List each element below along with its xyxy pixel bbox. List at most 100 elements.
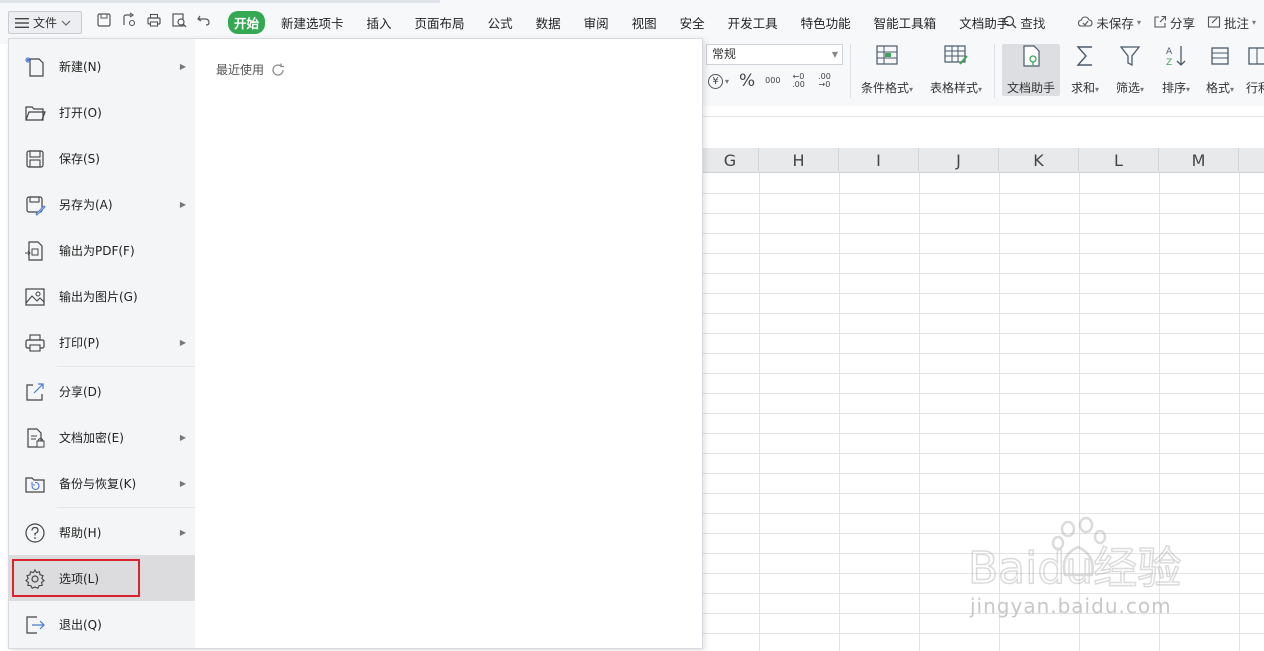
refresh-icon[interactable] bbox=[270, 62, 286, 78]
svg-text:Z: Z bbox=[1166, 58, 1172, 68]
file-menu-button[interactable]: 文件 bbox=[8, 11, 82, 34]
tab-new-tab[interactable]: 新建选项卡 bbox=[281, 13, 344, 32]
column-header[interactable]: H bbox=[759, 148, 839, 173]
tab-review[interactable]: 审阅 bbox=[584, 13, 609, 32]
column-header[interactable]: M bbox=[1159, 148, 1239, 173]
undo-icon[interactable] bbox=[196, 12, 212, 28]
doc-assistant-icon bbox=[1023, 45, 1040, 67]
column-header[interactable]: G bbox=[702, 148, 759, 173]
caret-down-icon: ▼ bbox=[831, 50, 838, 59]
sum-button[interactable]: 求和▾ bbox=[1068, 44, 1102, 96]
exit-icon bbox=[26, 616, 45, 634]
menu-item-exit[interactable]: 退出(Q) bbox=[9, 601, 195, 647]
tab-insert[interactable]: 插入 bbox=[367, 13, 392, 32]
help-icon bbox=[25, 523, 45, 543]
unsaved-label: 未保存 bbox=[1096, 15, 1134, 31]
caret-down-icon: ▾ bbox=[1136, 17, 1141, 27]
table-style-button[interactable]: 表格样式▾ bbox=[926, 44, 986, 96]
save-icon[interactable] bbox=[96, 12, 112, 28]
share-icon bbox=[26, 383, 44, 401]
sort-button[interactable]: AZ 排序▾ bbox=[1158, 44, 1194, 96]
unsaved-button[interactable]: 未保存 ▾ bbox=[1077, 13, 1141, 32]
tab-developer[interactable]: 开发工具 bbox=[728, 13, 778, 32]
menu-item-encrypt[interactable]: 文档加密(E) ▶ bbox=[9, 414, 195, 460]
menu-item-label: 分享(D) bbox=[59, 384, 102, 399]
doc-assistant-button[interactable]: 文档助手 bbox=[1002, 44, 1060, 96]
menu-item-save[interactable]: 保存(S) bbox=[9, 135, 195, 181]
menu-item-share[interactable]: 分享(D) bbox=[9, 368, 195, 414]
decrease-decimal-button[interactable]: .00 →0 bbox=[816, 73, 832, 89]
watermark-url: jingyan.baidu.com bbox=[970, 594, 1172, 618]
column-header[interactable]: J bbox=[919, 148, 999, 173]
recent-label: 最近使用 bbox=[216, 63, 265, 77]
column-header[interactable] bbox=[1239, 148, 1264, 173]
thousands-separator-button[interactable]: 000 bbox=[765, 77, 780, 85]
share-button[interactable]: 分享 bbox=[1153, 13, 1195, 32]
currency-button[interactable]: ¥ ▾ bbox=[708, 73, 730, 89]
image-export-icon bbox=[25, 288, 45, 306]
print-preview-icon[interactable] bbox=[171, 12, 187, 28]
chevron-right-icon: ▶ bbox=[179, 432, 186, 442]
column-header[interactable]: L bbox=[1079, 148, 1159, 173]
tab-special-features[interactable]: 特色功能 bbox=[801, 13, 851, 32]
column-header[interactable]: I bbox=[839, 148, 919, 173]
conditional-format-button[interactable]: 条件格式▾ bbox=[858, 44, 916, 96]
column-header-row: G H I J K L M bbox=[702, 148, 1264, 173]
conditional-format-icon bbox=[876, 45, 898, 65]
tab-security[interactable]: 安全 bbox=[680, 13, 705, 32]
number-format-select[interactable]: 常规 ▼ bbox=[706, 44, 843, 65]
menu-item-export-pdf[interactable]: 输出为PDF(F) bbox=[9, 227, 195, 273]
format-label: 格式▾ bbox=[1205, 81, 1235, 95]
tab-data[interactable]: 数据 bbox=[536, 13, 561, 32]
doc-assistant-label: 文档助手 bbox=[1006, 81, 1055, 95]
sigma-icon bbox=[1076, 46, 1092, 66]
number-format-buttons: ¥ ▾ % 000 ←0 .00 .00 →0 bbox=[708, 71, 832, 91]
filter-button[interactable]: 筛选▾ bbox=[1112, 44, 1148, 96]
hamburger-icon bbox=[15, 17, 29, 28]
menu-item-backup[interactable]: 备份与恢复(K) ▶ bbox=[9, 460, 195, 506]
menu-item-save-as[interactable]: 另存为(A) ▶ bbox=[9, 181, 195, 227]
comment-button[interactable]: 批注 ▾ bbox=[1207, 13, 1264, 32]
percent-button[interactable]: % bbox=[739, 71, 755, 91]
tab-smart-toolbox[interactable]: 智能工具箱 bbox=[874, 13, 937, 32]
folder-open-icon bbox=[25, 106, 46, 121]
caret-down-icon: ▾ bbox=[725, 76, 730, 86]
encrypt-doc-icon bbox=[27, 428, 45, 448]
svg-text:A: A bbox=[1166, 47, 1173, 57]
menu-item-label: 保存(S) bbox=[59, 151, 100, 166]
menu-item-label: 另存为(A) bbox=[59, 197, 113, 212]
tab-view[interactable]: 视图 bbox=[632, 13, 657, 32]
table-style-label: 表格样式▾ bbox=[929, 81, 983, 95]
comment-label: 批注 bbox=[1223, 15, 1249, 31]
menu-item-open[interactable]: 打开(O) bbox=[9, 89, 195, 135]
watermark-brand: Baidu经验 bbox=[968, 543, 1181, 594]
ribbon-tabs: 开始 新建选项卡 插入 页面布局 公式 数据 审阅 视图 安全 开发工具 特色功… bbox=[228, 10, 1032, 34]
rows-cols-icon bbox=[1248, 47, 1264, 65]
ribbon-separator bbox=[994, 44, 995, 98]
chevron-right-icon: ▶ bbox=[179, 61, 186, 71]
chevron-right-icon: ▶ bbox=[179, 478, 186, 488]
tab-doc-assistant[interactable]: 文档助手 bbox=[959, 13, 1009, 32]
export-icon[interactable] bbox=[121, 12, 137, 28]
conditional-format-label: 条件格式▾ bbox=[860, 81, 914, 95]
menu-item-label: 输出为图片(G) bbox=[59, 289, 138, 304]
format-button[interactable]: 格式▾ bbox=[1202, 44, 1238, 96]
chevron-right-icon: ▶ bbox=[179, 199, 186, 209]
menu-item-print[interactable]: 打印(P) ▶ bbox=[9, 319, 195, 365]
save-as-icon bbox=[26, 196, 46, 216]
tab-home[interactable]: 开始 bbox=[228, 10, 266, 34]
rows-cols-button[interactable]: 行利 bbox=[1246, 44, 1264, 96]
column-header[interactable]: K bbox=[999, 148, 1079, 173]
title-strip bbox=[0, 0, 440, 3]
comment-icon bbox=[1207, 16, 1221, 28]
menu-item-new[interactable]: 新建(N) ▶ bbox=[9, 43, 195, 89]
menu-item-export-image[interactable]: 输出为图片(G) bbox=[9, 273, 195, 319]
printer-icon[interactable] bbox=[146, 12, 162, 28]
tab-page-layout[interactable]: 页面布局 bbox=[415, 13, 465, 32]
quick-access-toolbar bbox=[96, 12, 212, 28]
tab-formulas[interactable]: 公式 bbox=[488, 13, 513, 32]
file-menu-panel: 新建(N) ▶ 打开(O) 保存(S) 另存为(A) ▶ 输出为PDF(F) 输… bbox=[8, 38, 703, 649]
search-button[interactable]: 查找 bbox=[1003, 13, 1045, 32]
increase-decimal-button[interactable]: ←0 .00 bbox=[790, 73, 806, 89]
menu-item-help[interactable]: 帮助(H) ▶ bbox=[9, 509, 195, 555]
